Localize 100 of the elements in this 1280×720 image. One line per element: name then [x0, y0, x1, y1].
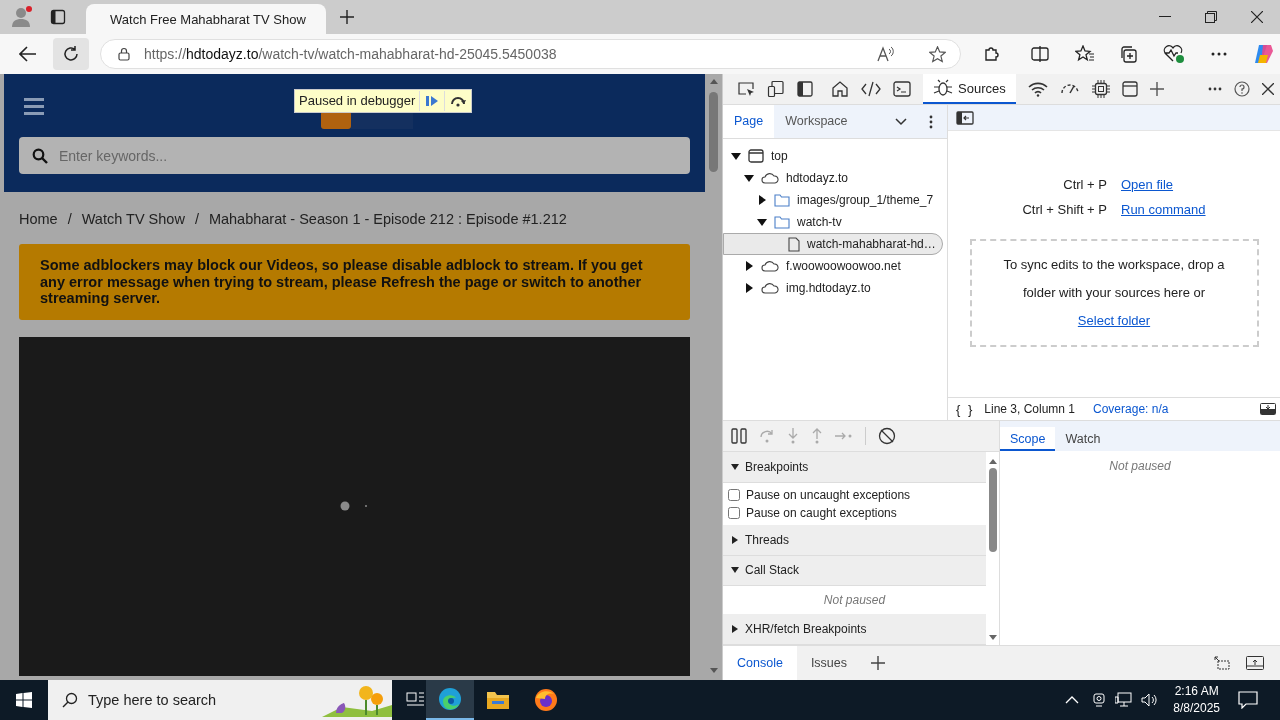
add-icon[interactable] [871, 656, 885, 670]
breadcrumb-link[interactable]: Watch TV Show [81, 211, 185, 227]
fox-icon[interactable] [534, 688, 558, 712]
notifications-icon[interactable] [1238, 691, 1258, 709]
coverage-link[interactable]: Coverage: n/a [1093, 402, 1169, 416]
checkbox[interactable] [728, 506, 740, 519]
navigator-tab[interactable]: Page [723, 105, 775, 138]
restore-icon[interactable] [1205, 11, 1217, 23]
browser-icon[interactable] [438, 687, 462, 711]
split-screen-icon[interactable] [1031, 46, 1049, 62]
breadcrumb-link[interactable]: Home [19, 211, 58, 227]
dock-icon[interactable] [797, 81, 813, 97]
scroll-down-icon[interactable] [709, 668, 718, 674]
navigator-tab[interactable]: Workspace [774, 105, 859, 138]
disclosure-icon[interactable] [757, 217, 767, 227]
disclosure-icon[interactable] [731, 535, 739, 544]
disclosure-icon[interactable] [744, 283, 754, 293]
volume-icon[interactable] [1141, 692, 1160, 708]
device-icon[interactable] [767, 80, 785, 98]
application-icon[interactable] [1121, 81, 1138, 97]
scroll-down-icon[interactable] [988, 635, 997, 641]
section-header[interactable]: Threads [723, 524, 986, 556]
chevron-down-icon[interactable] [895, 117, 907, 126]
favorites-icon[interactable] [1075, 45, 1095, 63]
windows-start-icon[interactable] [16, 692, 32, 708]
shortcut-link[interactable]: Open file [1121, 177, 1206, 192]
folder-icon[interactable] [486, 690, 510, 710]
disclosure-icon[interactable] [731, 625, 739, 634]
drawer-tab[interactable]: Issues [796, 646, 861, 680]
disclosure-icon[interactable] [744, 261, 754, 271]
inspect-icon[interactable] [737, 81, 755, 97]
more-icon[interactable] [1208, 87, 1222, 91]
help-icon[interactable] [1234, 81, 1250, 97]
new-tab-icon[interactable] [340, 10, 354, 24]
pretty-print-button[interactable]: { } [956, 401, 975, 417]
clock-time[interactable]: 2:16 AM [1174, 683, 1219, 700]
network-icon[interactable] [1115, 692, 1134, 708]
disclosure-icon[interactable] [731, 462, 739, 471]
search-field[interactable]: Enter keywords... [19, 137, 690, 174]
scroll-up-icon[interactable] [988, 458, 997, 464]
collections-icon[interactable] [1119, 45, 1137, 63]
section-header[interactable]: Breakpoints [723, 452, 986, 483]
clock-date[interactable]: 8/8/2025 [1173, 700, 1220, 717]
console-icon[interactable] [893, 81, 911, 97]
drawer-tab[interactable]: Console [723, 646, 797, 680]
sidebar-tab[interactable]: Scope [1000, 427, 1056, 451]
profile-icon[interactable] [10, 5, 34, 29]
more-icon[interactable] [1211, 52, 1227, 56]
select-folder-link[interactable]: Select folder [1077, 307, 1151, 335]
more-icon[interactable] [929, 114, 933, 129]
close-icon[interactable] [1262, 83, 1274, 95]
shortcut-link[interactable]: Run command [1121, 202, 1206, 217]
task-view-icon[interactable] [406, 692, 426, 708]
browser-tab[interactable]: Watch Free Mahabharat TV Show [86, 4, 326, 34]
section-header[interactable]: Call Stack [723, 555, 986, 587]
deactivate-breakpoints-icon[interactable] [878, 427, 896, 445]
tab-actions-icon[interactable] [50, 9, 66, 25]
webcam-icon[interactable] [1091, 692, 1108, 708]
address-bar[interactable]: https://hdtodayz.to/watch-tv/watch-mahabharat-hd-25045.5450038 [100, 39, 961, 69]
scroll-up-icon[interactable] [709, 78, 718, 84]
tree-item[interactable]: f.woowoowoowoo.net [723, 255, 947, 277]
extensions-icon[interactable] [983, 45, 1001, 63]
sidebar-tab[interactable]: Watch [1055, 427, 1111, 451]
scroll-thumb[interactable] [988, 468, 997, 552]
add-icon[interactable] [1149, 82, 1164, 96]
tree-item[interactable]: watch-mahabharat-hd… [723, 233, 943, 255]
section-header[interactable]: XHR/fetch Breakpoints [723, 614, 986, 645]
tree-item[interactable]: hdtodayz.to [723, 167, 947, 189]
code-icon[interactable] [861, 81, 881, 97]
read-aloud-icon[interactable] [877, 46, 895, 62]
disclosure-icon[interactable] [731, 151, 741, 161]
disclosure-icon[interactable] [731, 566, 739, 575]
close-icon[interactable] [1251, 11, 1263, 23]
copilot-icon[interactable] [1253, 43, 1275, 65]
dock-bottom-icon[interactable] [1246, 656, 1264, 670]
bug-icon[interactable] [933, 79, 953, 97]
reload-icon[interactable] [62, 45, 80, 63]
chevron-up-icon[interactable] [1065, 696, 1080, 704]
disclosure-icon[interactable] [744, 173, 754, 183]
undock-icon[interactable] [1214, 656, 1230, 670]
wifi-icon[interactable] [1027, 81, 1048, 97]
scroll-thumb[interactable] [709, 92, 718, 172]
checkbox[interactable] [728, 488, 740, 501]
reload-button[interactable] [53, 38, 89, 70]
back-icon[interactable] [19, 46, 37, 62]
breadcrumb-link[interactable]: Mahabharat - Season 1 - Episode 212 : Episode #1.212 [208, 211, 567, 227]
disclosure-icon[interactable] [757, 195, 767, 205]
chip-icon[interactable] [1091, 80, 1110, 98]
menu-icon[interactable] [24, 96, 44, 115]
edge-taskbar-button[interactable] [426, 680, 474, 720]
tree-item[interactable]: watch-tv [723, 211, 947, 233]
home-icon[interactable] [831, 80, 849, 98]
tree-item[interactable]: top [723, 145, 947, 167]
tree-item[interactable]: images/group_1/theme_7 [723, 189, 947, 211]
star-icon[interactable] [929, 45, 946, 63]
sidebar-toggle-icon[interactable] [956, 110, 974, 125]
health-icon[interactable] [1163, 44, 1185, 64]
drawer-icon[interactable] [1260, 403, 1276, 415]
taskbar-search-field[interactable]: Type here to search [48, 680, 392, 720]
pause-icon[interactable] [731, 428, 747, 444]
